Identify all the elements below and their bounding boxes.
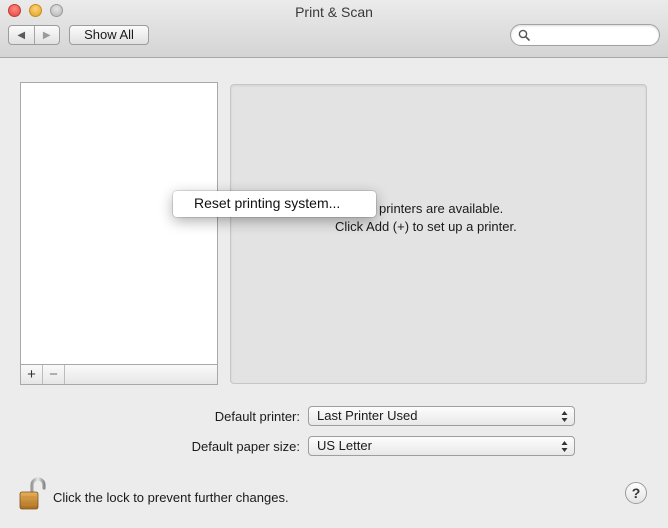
default-printer-label: Default printer: — [214, 409, 300, 424]
context-menu: Reset printing system... — [173, 191, 376, 217]
no-printers-message: printers are available. — [379, 201, 504, 216]
search-input[interactable] — [533, 27, 653, 43]
lock-message: Click the lock to prevent further change… — [53, 490, 289, 505]
updown-arrows-icon — [561, 411, 568, 422]
default-paper-popup[interactable]: US Letter — [308, 436, 575, 456]
default-printer-popup[interactable]: Last Printer Used — [308, 406, 575, 426]
default-paper-label: Default paper size: — [191, 439, 300, 454]
remove-printer-button[interactable]: − — [43, 365, 65, 384]
back-forward-control: ◀ ▶ — [8, 25, 60, 45]
lock-open-icon[interactable] — [18, 477, 48, 511]
default-printer-value: Last Printer Used — [317, 408, 418, 423]
help-button[interactable]: ? — [625, 482, 647, 504]
printer-list[interactable] — [20, 82, 218, 365]
add-printer-hint: Click Add (+) to set up a printer. — [335, 219, 517, 234]
printer-list-toolbar: + − — [20, 364, 218, 385]
forward-button[interactable]: ▶ — [33, 26, 60, 44]
updown-arrows-icon — [561, 441, 568, 452]
default-paper-value: US Letter — [317, 438, 372, 453]
back-button[interactable]: ◀ — [9, 26, 34, 44]
print-scan-window: Print & Scan ◀ ▶ Show All + − printers a… — [0, 0, 668, 528]
printer-detail-pane: printers are available. Click Add (+) to… — [230, 84, 647, 384]
add-printer-button[interactable]: + — [21, 365, 43, 384]
magnifier-icon — [518, 29, 530, 41]
show-all-button[interactable]: Show All — [69, 25, 149, 45]
search-field[interactable] — [510, 24, 660, 46]
menu-item-reset-printing-system[interactable]: Reset printing system... — [194, 195, 340, 211]
titlebar: Print & Scan ◀ ▶ Show All — [0, 0, 668, 58]
window-title: Print & Scan — [295, 4, 373, 20]
